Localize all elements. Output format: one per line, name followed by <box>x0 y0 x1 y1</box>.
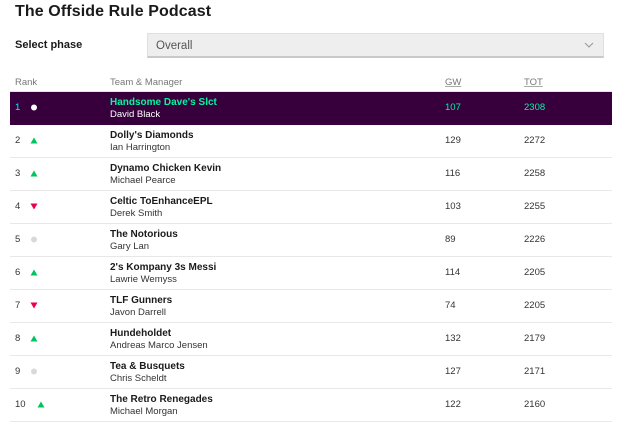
row-gw-points: 127 <box>445 366 461 377</box>
row-manager-name: Chris Scheldt <box>110 373 167 384</box>
row-rank: 7 <box>15 300 21 311</box>
row-total-points: 2308 <box>524 102 546 113</box>
row-team-name[interactable]: The Notorious <box>110 229 178 240</box>
row-total-points: 2205 <box>524 267 546 278</box>
row-manager-name: Javon Darrell <box>110 307 166 318</box>
table-row[interactable]: 7 TLF Gunners Javon Darrell 74 2205 <box>10 290 612 323</box>
phase-label: Select phase <box>15 39 83 51</box>
row-rank: 2 <box>15 135 21 146</box>
row-rank: 1 <box>15 102 21 113</box>
row-manager-name: Gary Lan <box>110 241 150 252</box>
rank-same-icon <box>31 368 37 375</box>
page-title: The Offside Rule Podcast <box>15 3 212 20</box>
row-manager-name: Ian Harrington <box>110 142 171 153</box>
table-row[interactable]: 10 The Retro Renegades Michael Morgan 122 21… <box>10 389 612 422</box>
row-manager-name: Derek Smith <box>110 208 163 219</box>
row-gw-points: 116 <box>445 168 461 179</box>
column-header-rank: Rank <box>15 77 38 88</box>
row-rank: 8 <box>15 333 21 344</box>
row-team-name[interactable]: 2's Kompany 3s Messi <box>110 262 216 273</box>
phase-select[interactable]: Overall <box>147 33 604 58</box>
row-total-points: 2255 <box>524 201 546 212</box>
row-gw-points: 132 <box>445 333 461 344</box>
row-manager-name: David Black <box>110 109 161 120</box>
rank-same-icon <box>31 236 37 243</box>
row-rank: 3 <box>15 168 21 179</box>
rank-down-icon <box>30 302 38 309</box>
row-rank: 4 <box>15 201 21 212</box>
row-total-points: 2160 <box>524 399 546 410</box>
rank-up-icon <box>30 269 38 276</box>
row-team-name[interactable]: Dynamo Chicken Kevin <box>110 163 221 174</box>
row-team-name[interactable]: Dolly's Diamonds <box>110 130 194 141</box>
row-total-points: 2226 <box>524 234 546 245</box>
rank-up-icon <box>30 137 38 144</box>
table-row[interactable]: 3 Dynamo Chicken Kevin Michael Pearce 116 22… <box>10 158 612 191</box>
row-total-points: 2205 <box>524 300 546 311</box>
row-manager-name: Michael Pearce <box>110 175 176 186</box>
row-gw-points: 103 <box>445 201 461 212</box>
row-team-name[interactable]: Hundeholdet <box>110 328 171 339</box>
row-team-name[interactable]: Handsome Dave's Slct <box>110 97 217 108</box>
rank-up-icon <box>30 170 38 177</box>
row-gw-points: 89 <box>445 234 456 245</box>
rank-same-icon <box>31 104 37 111</box>
row-rank: 6 <box>15 267 21 278</box>
row-team-name[interactable]: Tea & Busquets <box>110 361 185 372</box>
table-row[interactable]: 1 Handsome Dave's Slct David Black 107 2308 <box>10 92 612 125</box>
row-manager-name: Michael Morgan <box>110 406 178 417</box>
table-row[interactable]: 5 The Notorious Gary Lan 89 2226 <box>10 224 612 257</box>
row-total-points: 2179 <box>524 333 546 344</box>
chevron-down-icon <box>584 42 594 48</box>
row-gw-points: 129 <box>445 135 461 146</box>
row-gw-points: 107 <box>445 102 461 113</box>
table-row[interactable]: 2 Dolly's Diamonds Ian Harrington 129 2272 <box>10 125 612 158</box>
row-rank: 5 <box>15 234 21 245</box>
column-header-gw[interactable]: GW <box>445 77 461 88</box>
row-rank: 10 <box>15 399 26 410</box>
row-gw-points: 122 <box>445 399 461 410</box>
phase-select-value: Overall <box>156 40 193 52</box>
rank-down-icon <box>30 203 38 210</box>
row-gw-points: 74 <box>445 300 456 311</box>
table-row[interactable]: 6 2's Kompany 3s Messi Lawrie Wemyss 114 220… <box>10 257 612 290</box>
table-row[interactable]: 4 Celtic ToEnhanceEPL Derek Smith 103 2255 <box>10 191 612 224</box>
rank-up-icon <box>37 401 45 408</box>
row-rank: 9 <box>15 366 21 377</box>
table-row[interactable]: 9 Tea & Busquets Chris Scheldt 127 2171 <box>10 356 612 389</box>
row-gw-points: 114 <box>445 267 461 278</box>
table-row[interactable]: 8 Hundeholdet Andreas Marco Jensen 132 2179 <box>10 323 612 356</box>
row-team-name[interactable]: The Retro Renegades <box>110 394 213 405</box>
row-manager-name: Andreas Marco Jensen <box>110 340 208 351</box>
standings-table: 1 Handsome Dave's Slct David Black 107 2308 2… <box>10 92 612 422</box>
row-team-name[interactable]: TLF Gunners <box>110 295 172 306</box>
rank-up-icon <box>30 335 38 342</box>
row-manager-name: Lawrie Wemyss <box>110 274 177 285</box>
column-header-team: Team & Manager <box>110 77 183 88</box>
row-total-points: 2171 <box>524 366 546 377</box>
row-total-points: 2272 <box>524 135 546 146</box>
row-team-name[interactable]: Celtic ToEnhanceEPL <box>110 196 213 207</box>
row-total-points: 2258 <box>524 168 546 179</box>
column-header-tot[interactable]: TOT <box>524 77 543 88</box>
